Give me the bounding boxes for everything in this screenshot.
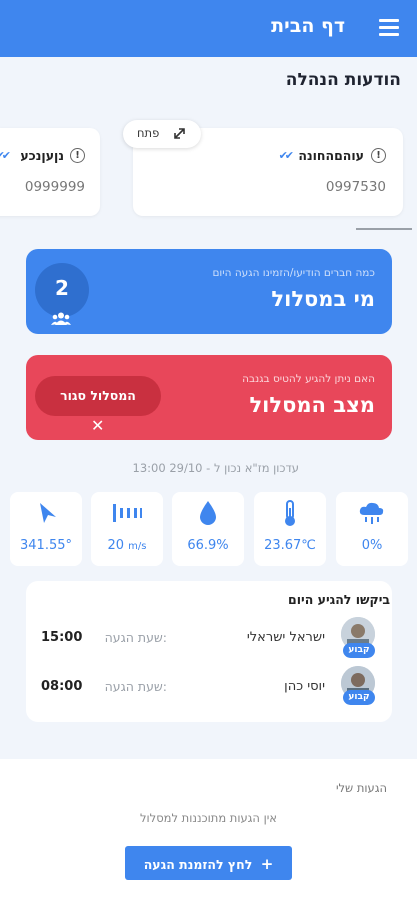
runway-closed-badge: המסלול סגור (35, 376, 161, 416)
message-number: 0997530 (325, 179, 386, 195)
temperature-value: 23.67℃ (264, 538, 316, 553)
close-icon[interactable]: ✕ (91, 416, 104, 435)
open-button-label: פתח (137, 126, 160, 140)
my-arrivals-title: הגעות שלי (335, 781, 387, 795)
plus-icon: + (260, 855, 274, 873)
arrival-time: 08:00 (41, 679, 83, 694)
message-sender: עוהםהחונה (298, 148, 364, 163)
humidity-value: 66.9% (187, 538, 229, 553)
today-title: ביקשו להגיע היום (288, 592, 390, 607)
scroll-indicator[interactable] (356, 228, 412, 230)
weather-rain-card: 0% (336, 492, 408, 566)
weather-temperature-card: 23.67℃ (254, 492, 326, 566)
who-count: 2 (55, 276, 69, 300)
double-check-icon: ✔✔ (0, 149, 11, 162)
page-title: דף הבית (271, 15, 345, 37)
permanent-tag: קבוע (343, 643, 375, 658)
who-on-runway-card[interactable]: כמה חברים הודיעו/הזמינו הגעה היום מי במס… (26, 249, 392, 334)
info-icon[interactable]: ! (371, 148, 386, 163)
people-icon (51, 312, 71, 325)
rain-cloud-icon (359, 502, 384, 524)
wind-icon (113, 504, 142, 522)
thermometer-icon (285, 500, 295, 526)
wind-speed: 20 (107, 538, 125, 553)
wind-unit: m/s (128, 541, 147, 552)
message-card[interactable]: ! נןעןנכע ✔✔ 0999999 (0, 128, 100, 216)
person-name: יוסי כהן (284, 679, 325, 694)
weather-humidity-card: 66.9% (172, 492, 244, 566)
arrival-time: 15:00 (41, 630, 83, 645)
no-arrivals-text: אין הגעות מתוכננות למסלול (139, 811, 277, 825)
runway-closed-label: המסלול סגור (60, 388, 136, 403)
who-subtitle: כמה חברים הודיעו/הזמינו הגעה היום (212, 267, 375, 279)
weather-update-time: עדכון מז"א נכון ל - 29/10 13:00 (132, 461, 299, 475)
expand-icon (174, 128, 185, 139)
direction-value: 341.55° (20, 538, 72, 553)
menu-icon[interactable] (379, 19, 399, 36)
permanent-tag: קבוע (343, 690, 375, 705)
count-circle: 2 (35, 263, 89, 317)
weather-direction-card: 341.55° (10, 492, 82, 566)
arrival-label: שעת הגעה: (104, 630, 167, 645)
weather-wind-card: 20 m/s (91, 492, 163, 566)
water-drop-icon (200, 501, 216, 525)
person-name: ישראל ישראלי (246, 630, 325, 645)
invite-button-content: לחץ להזמנת הגעה + (125, 855, 292, 873)
status-title: מצב המסלול (249, 393, 375, 417)
invite-arrival-button[interactable]: לחץ להזמנת הגעה + (125, 846, 292, 880)
arrival-label: שעת הגעה: (104, 679, 167, 694)
wind-value: 20 m/s (91, 538, 163, 553)
app-header: דף הבית (0, 0, 417, 57)
who-title: מי במסלול (271, 287, 375, 311)
message-sender: נןעןנכע (20, 148, 64, 163)
open-button[interactable]: פתח (123, 120, 201, 148)
direction-arrow-icon (40, 503, 56, 523)
message-number: 0999999 (24, 179, 85, 195)
rain-value: 0% (361, 538, 383, 553)
status-subtitle: האם ניתן להגיע להטיס בגנבה (242, 373, 375, 385)
invite-button-label: לחץ להזמנת הגעה (143, 857, 253, 872)
double-check-icon: ✔✔ (278, 149, 295, 162)
section-title: הודעות הנהלה (285, 70, 401, 90)
info-icon[interactable]: ! (70, 148, 85, 163)
